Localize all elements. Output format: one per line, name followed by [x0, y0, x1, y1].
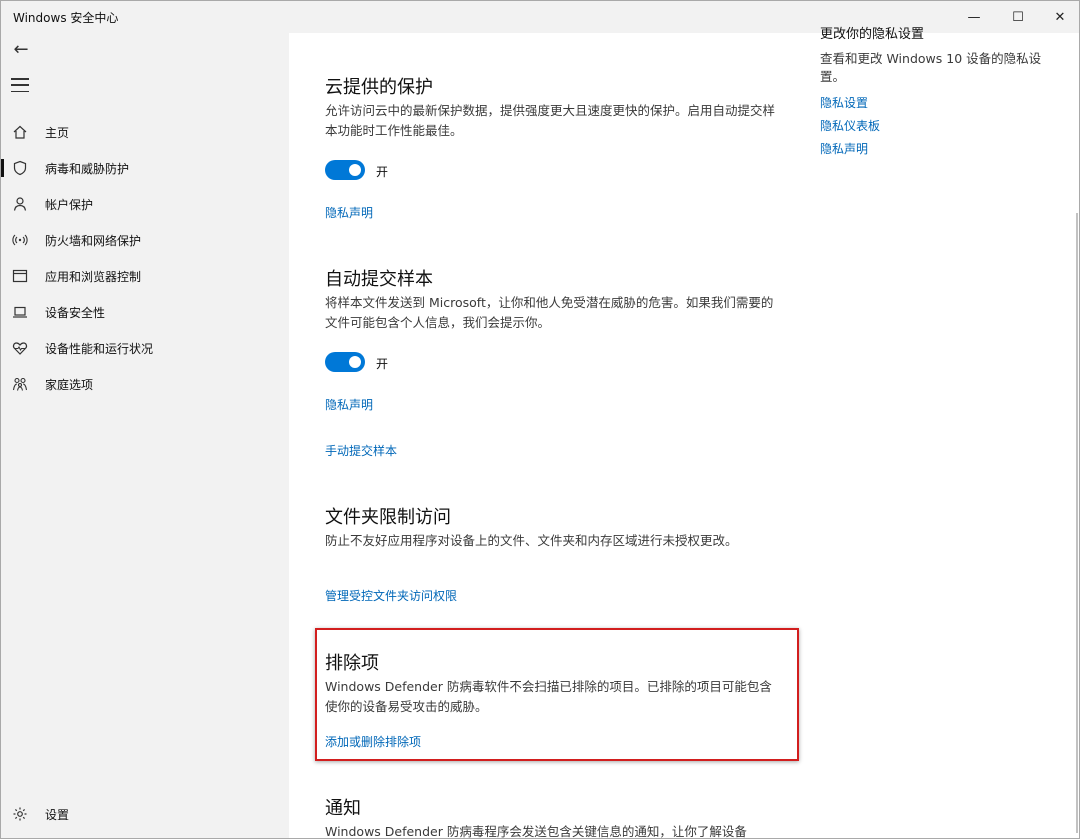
auto-sample-desc: 将样本文件发送到 Microsoft，让你和他人免受潜在威胁的危害。如果我们需要…: [325, 295, 774, 330]
sidebar-item-device-performance[interactable]: 设备性能和运行状况: [1, 333, 289, 363]
hamburger-menu-icon[interactable]: [11, 78, 29, 92]
cloud-toggle-state: 开: [376, 165, 389, 179]
sidebar-item-label: 病毒和威胁防护: [45, 161, 130, 176]
sidebar-item-firewall[interactable]: 防火墙和网络保护: [1, 225, 289, 255]
auto-sample-toggle[interactable]: [325, 352, 365, 372]
browser-icon: [11, 267, 29, 285]
privacy-panel-desc: 查看和更改 Windows 10 设备的隐私设置。: [820, 51, 1042, 84]
back-arrow-icon[interactable]: ←: [9, 37, 33, 61]
sidebar-item-label: 设置: [45, 807, 70, 822]
privacy-dashboard-link[interactable]: 隐私仪表板: [820, 117, 880, 134]
heart-icon: [11, 339, 29, 357]
manual-submit-link[interactable]: 手动提交样本: [325, 442, 397, 459]
main-content: 云提供的保护 允许访问云中的最新保护数据，提供强度更大且速度更快的保护。启用自动…: [290, 27, 1079, 839]
sidebar-item-label: 帐户保护: [45, 197, 94, 212]
wifi-icon: [11, 231, 29, 249]
notifications-desc: Windows Defender 防病毒程序会发送包含关键信息的通知，让你了解设…: [325, 824, 747, 839]
sidebar-item-label: 防火墙和网络保护: [45, 233, 142, 248]
cloud-protection-desc: 允许访问云中的最新保护数据，提供强度更大且速度更快的保护。启用自动提交样本功能时…: [325, 103, 776, 138]
cloud-protection-toggle[interactable]: [325, 160, 365, 180]
folder-access-title: 文件夹限制访问: [325, 507, 451, 528]
auto-sample-title: 自动提交样本: [325, 269, 433, 290]
sample-privacy-link[interactable]: 隐私声明: [325, 396, 373, 413]
home-icon: [11, 123, 29, 141]
sidebar-item-app-browser[interactable]: 应用和浏览器控制: [1, 261, 289, 291]
folder-access-desc: 防止不友好应用程序对设备上的文件、文件夹和内存区域进行未授权更改。: [325, 533, 738, 548]
sidebar-item-label: 家庭选项: [45, 377, 94, 392]
sidebar-item-label: 应用和浏览器控制: [45, 269, 142, 284]
close-button[interactable]: ✕: [1037, 1, 1079, 33]
privacy-settings-link[interactable]: 隐私设置: [820, 94, 868, 111]
privacy-statement-link[interactable]: 隐私声明: [820, 140, 868, 157]
sample-toggle-state: 开: [376, 357, 389, 371]
exclusions-desc: Windows Defender 防病毒软件不会扫描已排除的项目。已排除的项目可…: [325, 679, 772, 714]
privacy-panel-heading: 更改你的隐私设置: [820, 27, 925, 42]
family-icon: [11, 375, 29, 393]
manage-folder-access-link[interactable]: 管理受控文件夹访问权限: [325, 587, 457, 604]
cloud-protection-title: 云提供的保护: [325, 77, 433, 98]
sidebar-item-settings[interactable]: 设置: [1, 799, 289, 829]
sidebar-item-home[interactable]: 主页: [1, 117, 289, 147]
app-title: Windows 安全中心: [13, 11, 119, 25]
sidebar-item-label: 设备安全性: [45, 305, 106, 320]
gear-icon: [11, 805, 29, 823]
sidebar-item-label: 设备性能和运行状况: [45, 341, 154, 356]
sidebar-item-virus-protection[interactable]: 病毒和威胁防护: [1, 153, 289, 183]
minimize-button[interactable]: —: [951, 1, 997, 33]
exclusions-title: 排除项: [325, 653, 379, 674]
app-window: Windows 安全中心 — ☐ ✕ ← 主页 病毒和威胁防护 帐户保护 防火墙…: [0, 0, 1080, 839]
sidebar-item-label: 主页: [45, 125, 70, 140]
maximize-button[interactable]: ☐: [995, 1, 1041, 33]
laptop-icon: [11, 303, 29, 321]
sidebar-item-device-security[interactable]: 设备安全性: [1, 297, 289, 327]
notifications-title: 通知: [325, 798, 361, 819]
sidebar-item-account[interactable]: 帐户保护: [1, 189, 289, 219]
add-remove-exclusions-link[interactable]: 添加或删除排除项: [325, 733, 421, 750]
cloud-privacy-link[interactable]: 隐私声明: [325, 204, 373, 221]
sidebar: ← 主页 病毒和威胁防护 帐户保护 防火墙和网络保护 应用和浏览器控制 设备安全…: [1, 33, 289, 838]
shield-icon: [11, 159, 29, 177]
sidebar-item-family[interactable]: 家庭选项: [1, 369, 289, 399]
person-icon: [11, 195, 29, 213]
scrollbar[interactable]: [1076, 213, 1078, 833]
